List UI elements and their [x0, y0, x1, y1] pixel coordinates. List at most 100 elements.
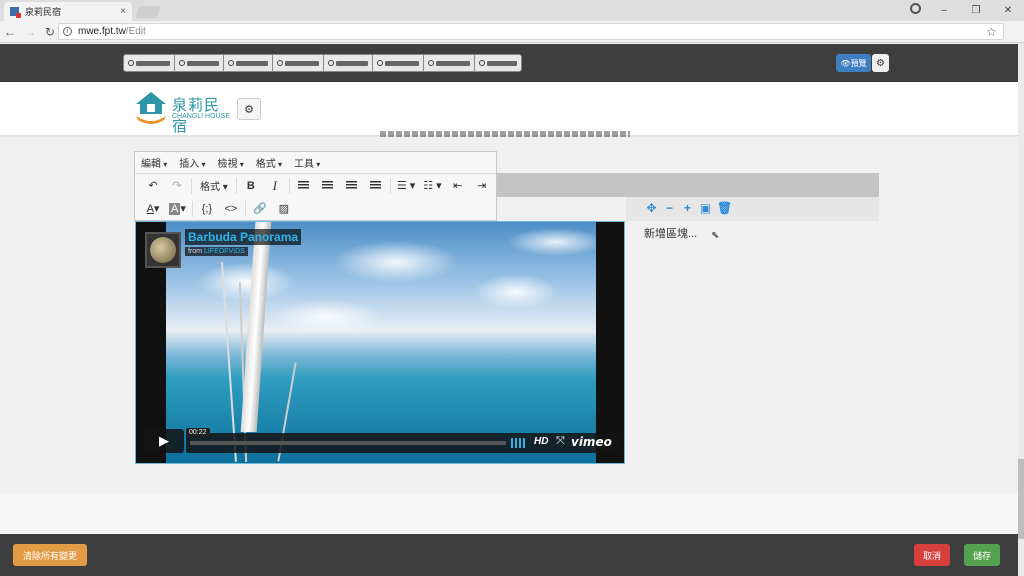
admin-tool-button-3[interactable]	[224, 55, 273, 71]
tab-title: 泉莉民宿	[25, 7, 62, 17]
admin-tool-button-1[interactable]	[124, 55, 175, 71]
minimize-icon[interactable]: –	[928, 5, 960, 16]
add-block-text[interactable]: 新增區塊...	[644, 225, 697, 241]
bullet-list-icon[interactable]: ☰ ▾	[393, 177, 419, 195]
editor-toolrow-2: A ▾ A ▾ {;} <> 🔗 ▨	[135, 197, 496, 220]
format-select-label: 格式	[200, 182, 220, 193]
url-path: /Edit	[125, 26, 146, 37]
circle-icon	[128, 60, 134, 66]
site-logo[interactable]: 泉莉民宿 CHANGLI HOUSE	[134, 90, 230, 135]
menu-view[interactable]: 檢視	[218, 155, 244, 170]
format-select[interactable]: 格式 ▾	[194, 178, 234, 193]
circle-icon	[328, 60, 334, 66]
mouse-cursor-icon: ⬉	[711, 230, 720, 241]
video-controls: HD ⤧ vimeo	[186, 433, 618, 453]
menu-format[interactable]: 格式	[256, 155, 282, 170]
header-settings-gear-icon[interactable]: ⚙	[237, 98, 261, 120]
indent-icon[interactable]: ⇥	[470, 177, 494, 195]
author-link[interactable]: LIFEOFVIDS	[204, 248, 245, 255]
background-color-icon[interactable]: A ▾	[165, 200, 190, 218]
preview-button[interactable]: 👁 預覽	[836, 54, 871, 72]
new-tab-button[interactable]	[134, 6, 162, 18]
align-justify-icon[interactable]	[364, 177, 388, 195]
video-title[interactable]: Barbuda Panorama	[185, 229, 302, 245]
logo-subtitle: CHANGLI HOUSE	[172, 113, 230, 120]
hd-toggle[interactable]: HD	[534, 436, 548, 447]
back-icon[interactable]: ←	[0, 25, 20, 39]
save-button[interactable]: 儲存	[964, 544, 1000, 566]
author-avatar[interactable]	[145, 232, 181, 268]
site-header: 泉莉民宿 CHANGLI HOUSE ⚙	[0, 82, 1018, 136]
video-author: from LIFEOFVIDS	[185, 247, 248, 256]
undo-icon[interactable]: ↶	[141, 177, 165, 195]
menu-edit[interactable]: 編輯	[141, 155, 167, 170]
profile-icon[interactable]	[910, 3, 921, 14]
clear-all-changes-button[interactable]: 清除所有變更	[13, 544, 87, 566]
image-icon[interactable]: ▣	[699, 201, 712, 215]
browser-tab-strip: 泉莉民宿 × – ❐ ✕	[0, 0, 1024, 21]
editor-toolrow-1: ↶ ↷ 格式 ▾ B I ☰ ▾ ☷ ▾ ⇤ ⇥	[135, 174, 496, 197]
insert-image-icon[interactable]: ▨	[272, 200, 296, 218]
menu-insert[interactable]: 插入	[179, 155, 205, 170]
cancel-button[interactable]: 取消	[914, 544, 950, 566]
preview-label: 預覽	[850, 58, 867, 68]
italic-button[interactable]: I	[263, 177, 287, 195]
house-logo-icon	[136, 92, 166, 124]
play-button[interactable]: ▶	[144, 429, 184, 453]
trash-icon[interactable]: 🗑	[717, 201, 732, 215]
move-icon[interactable]: ✥	[645, 201, 658, 215]
url-input[interactable]: i mwe.fpt.tw /Edit ☆	[58, 23, 1004, 40]
progress-bar[interactable]	[190, 441, 506, 445]
bold-button[interactable]: B	[239, 177, 263, 195]
numbered-list-icon[interactable]: ☷ ▾	[419, 177, 445, 195]
code-sample-icon[interactable]: {;}	[195, 200, 219, 218]
vimeo-logo[interactable]: vimeo	[571, 435, 612, 449]
align-left-icon[interactable]	[292, 177, 316, 195]
circle-icon	[179, 60, 185, 66]
url-host: mwe.fpt.tw	[78, 26, 126, 37]
admin-tool-button-4[interactable]	[273, 55, 324, 71]
align-right-icon[interactable]	[340, 177, 364, 195]
page-scrollbar[interactable]	[1018, 44, 1024, 576]
circle-icon	[228, 60, 234, 66]
admin-tool-button-7[interactable]	[424, 55, 475, 71]
page-footer	[0, 493, 1018, 534]
from-prefix: from	[188, 248, 202, 255]
bottom-action-bar: 清除所有變更 取消 儲存	[0, 534, 1018, 576]
plus-icon[interactable]: +	[681, 201, 694, 215]
text-color-icon[interactable]: A ▾	[141, 200, 165, 218]
info-icon[interactable]: i	[63, 27, 72, 36]
link-icon[interactable]: 🔗	[248, 200, 272, 218]
admin-tool-button-8[interactable]	[475, 55, 521, 71]
close-window-icon[interactable]: ✕	[992, 5, 1024, 16]
admin-tool-button-2[interactable]	[175, 55, 224, 71]
forward-icon[interactable]: →	[20, 25, 40, 39]
volume-icon[interactable]	[511, 438, 527, 448]
menu-tools[interactable]: 工具	[294, 155, 320, 170]
eye-icon: 👁	[840, 58, 851, 68]
outdent-icon[interactable]: ⇤	[446, 177, 470, 195]
circle-icon	[428, 60, 434, 66]
bookmark-star-icon[interactable]: ☆	[986, 25, 997, 39]
site-favicon-icon	[10, 7, 21, 18]
video-frame	[166, 222, 596, 463]
tab-close-icon[interactable]: ×	[120, 6, 126, 17]
reload-icon[interactable]: ↻	[40, 25, 60, 39]
scrollbar-thumb[interactable]	[1018, 459, 1024, 539]
browser-tab[interactable]: 泉莉民宿 ×	[4, 2, 132, 21]
align-center-icon[interactable]	[316, 177, 340, 195]
restore-icon[interactable]: ❐	[960, 5, 992, 16]
fullscreen-icon[interactable]: ⤧	[556, 435, 565, 448]
admin-tool-button-5[interactable]	[324, 55, 373, 71]
block-toolbar-icons: ✥ − + ▣ 🗑	[645, 201, 732, 215]
circle-icon	[479, 60, 485, 66]
vimeo-video-player[interactable]: Barbuda Panorama from LIFEOFVIDS ▶ HD ⤧ …	[135, 221, 625, 464]
admin-toolbar: 👁 預覽 ⚙	[0, 44, 1018, 82]
admin-settings-gear-icon[interactable]: ⚙	[872, 54, 889, 72]
editor-menubar: 編輯 插入 檢視 格式 工具	[135, 152, 496, 174]
redo-icon[interactable]: ↷	[165, 177, 189, 195]
minus-icon[interactable]: −	[663, 201, 676, 215]
admin-tool-button-6[interactable]	[373, 55, 424, 71]
obscured-text-line	[380, 131, 630, 137]
source-code-icon[interactable]: <>	[219, 200, 243, 218]
